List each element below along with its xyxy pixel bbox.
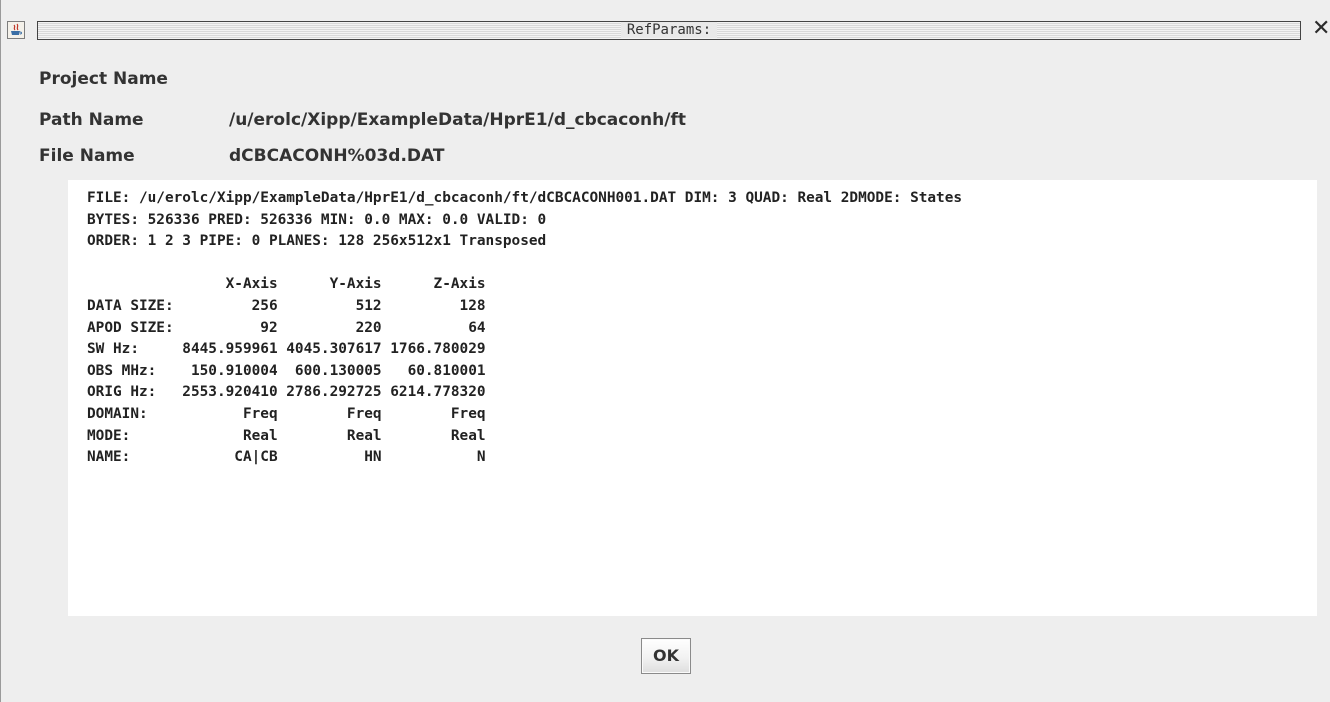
file-name-value: dCBCACONH%03d.DAT (229, 146, 445, 166)
header-info-text: FILE: /u/erolc/Xipp/ExampleData/HprE1/d_… (87, 190, 963, 466)
title-field: RefParams: (37, 21, 1301, 40)
ok-button[interactable]: OK (641, 638, 691, 674)
window-title: RefParams: (620, 22, 718, 38)
java-icon[interactable] (7, 21, 25, 39)
path-name-value: /u/erolc/Xipp/ExampleData/HprE1/d_cbcaco… (229, 110, 686, 130)
close-icon[interactable]: ✕ (1312, 18, 1330, 40)
title-bar[interactable]: RefParams: ✕ (1, 0, 1330, 46)
path-name-label: Path Name (39, 110, 144, 130)
refparams-dialog: RefParams: ✕ Project Name Path Name /u/e… (0, 0, 1330, 702)
project-name-label: Project Name (39, 69, 168, 89)
header-info-panel[interactable]: FILE: /u/erolc/Xipp/ExampleData/HprE1/d_… (68, 180, 1317, 616)
file-name-label: File Name (39, 146, 135, 166)
